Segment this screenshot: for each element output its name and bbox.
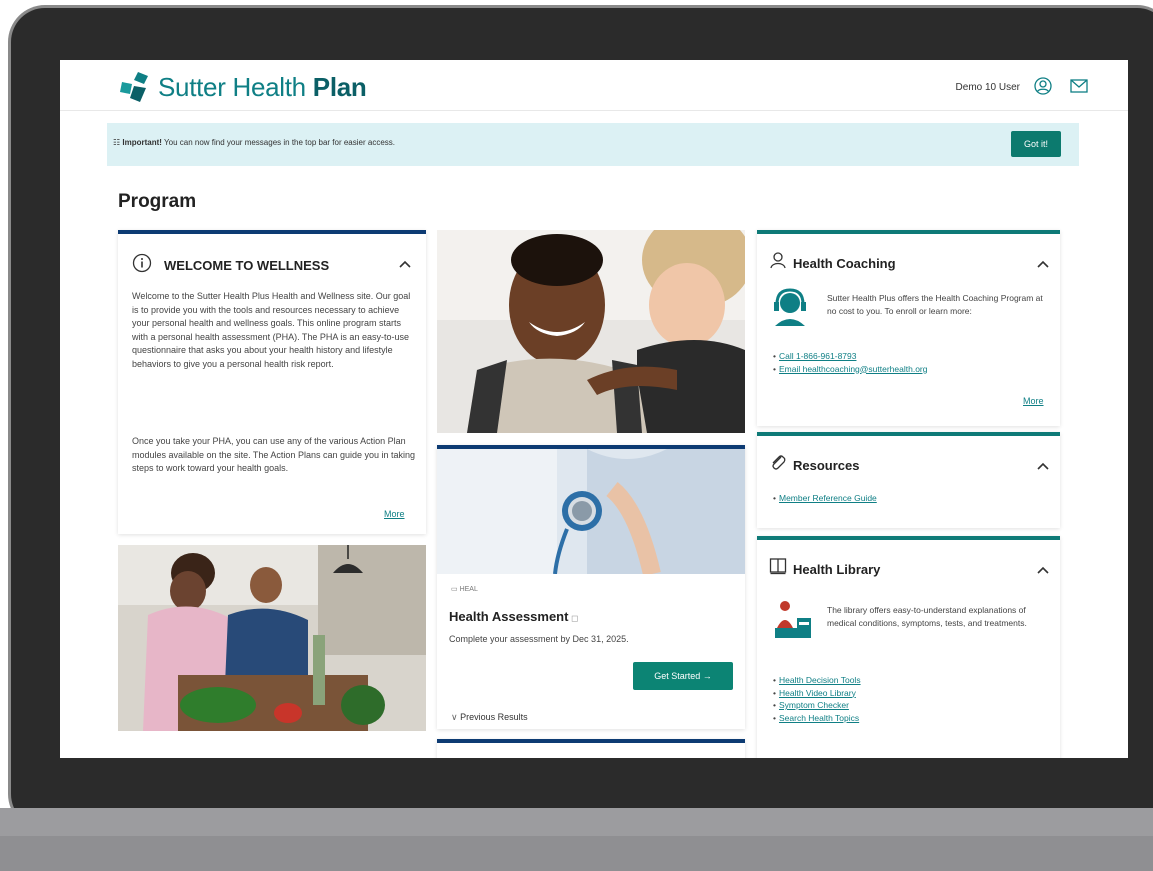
health-video-library-link[interactable]: Health Video Library — [773, 687, 861, 700]
search-health-topics-link[interactable]: Search Health Topics — [773, 712, 861, 725]
resources-links: Member Reference Guide — [773, 492, 877, 505]
health-library-title: Health Library — [793, 562, 881, 577]
person-icon — [770, 252, 786, 269]
paperclip-icon — [772, 455, 786, 470]
chevron-up-icon[interactable] — [1036, 461, 1050, 471]
health-decision-tools-link[interactable]: Health Decision Tools — [773, 674, 861, 687]
user-icon[interactable] — [1034, 77, 1052, 95]
logo-icon[interactable] — [118, 70, 154, 104]
health-library-card: Health Library The library offers easy-t… — [757, 536, 1060, 758]
resources-card: Resources Member Reference Guide — [757, 432, 1060, 528]
welcome-paragraph-2: Once you take your PHA, you can use any … — [132, 436, 416, 473]
star-icon: ☷ — [113, 138, 123, 147]
site-header: Sutter Health Plan Demo 10 User — [60, 60, 1128, 111]
couple-photo — [437, 230, 745, 433]
health-coaching-text: Sutter Health Plus offers the Health Coa… — [827, 293, 1043, 316]
health-assessment-card: ▭ HEAL Health Assessment ◻ Complete your… — [437, 445, 745, 729]
notification-banner: ☷ Important! You can now find your messa… — [107, 123, 1079, 166]
resources-title: Resources — [793, 458, 860, 473]
email-link[interactable]: Email healthcoaching@sutterhealth.org — [773, 363, 928, 376]
calendar-icon: ▭ — [451, 586, 460, 593]
next-program-card — [437, 739, 745, 758]
assessment-title: Health Assessment ◻ — [449, 609, 579, 624]
chevron-up-icon[interactable] — [1036, 565, 1050, 575]
reading-person-icon — [775, 601, 811, 638]
welcome-more-link[interactable]: More — [384, 509, 405, 519]
cooking-photo — [118, 545, 426, 731]
health-library-text: The library offers easy-to-understand ex… — [827, 605, 1027, 628]
page-title: Program — [118, 191, 197, 212]
welcome-paragraph-1: Welcome to the Sutter Health Plus Health… — [132, 291, 411, 369]
book-icon — [769, 558, 787, 575]
external-link-icon[interactable]: ◻ — [568, 613, 578, 623]
user-name[interactable]: Demo 10 User — [956, 82, 1020, 93]
call-link[interactable]: Call 1-866-961-8793 — [773, 350, 927, 363]
assessment-subtitle: Complete your assessment by Dec 31, 2025… — [449, 634, 629, 644]
screen: Sutter Health Plan Demo 10 User ☷ Import… — [60, 60, 1128, 758]
health-coaching-more-link[interactable]: More — [1023, 396, 1044, 406]
laptop-base-top — [0, 808, 1153, 836]
assessment-label: ▭ HEAL — [451, 586, 478, 593]
stethoscope-photo — [437, 449, 745, 574]
previous-results-toggle[interactable]: ∨ Previous Results — [451, 712, 528, 723]
welcome-title: WELCOME TO WELLNESS — [164, 258, 330, 273]
member-reference-guide-link[interactable]: Member Reference Guide — [773, 492, 877, 505]
banner-text: ☷ Important! You can now find your messa… — [113, 138, 395, 147]
health-coaching-title: Health Coaching — [793, 256, 896, 271]
chevron-up-icon[interactable] — [398, 259, 412, 269]
chevron-up-icon[interactable] — [1036, 259, 1050, 269]
mail-icon[interactable] — [1070, 79, 1088, 93]
health-library-links: Health Decision Tools Health Video Libra… — [773, 674, 861, 724]
welcome-card: WELCOME TO WELLNESS Welcome to the Sutte… — [118, 230, 426, 534]
get-started-button[interactable]: Get Started → — [633, 662, 733, 690]
health-coaching-card: Health Coaching Sutter Health Plus offer… — [757, 230, 1060, 426]
headset-icon — [774, 288, 806, 326]
info-icon — [132, 253, 152, 273]
arrow-right-icon: → — [702, 671, 712, 681]
health-coaching-links: Call 1-866-961-8793 Email healthcoaching… — [773, 350, 928, 376]
logo-text[interactable]: Sutter Health Plan — [158, 72, 367, 103]
got-it-button[interactable]: Got it! — [1011, 131, 1061, 157]
chevron-down-icon: ∨ — [451, 712, 461, 722]
symptom-checker-link[interactable]: Symptom Checker — [773, 699, 861, 712]
